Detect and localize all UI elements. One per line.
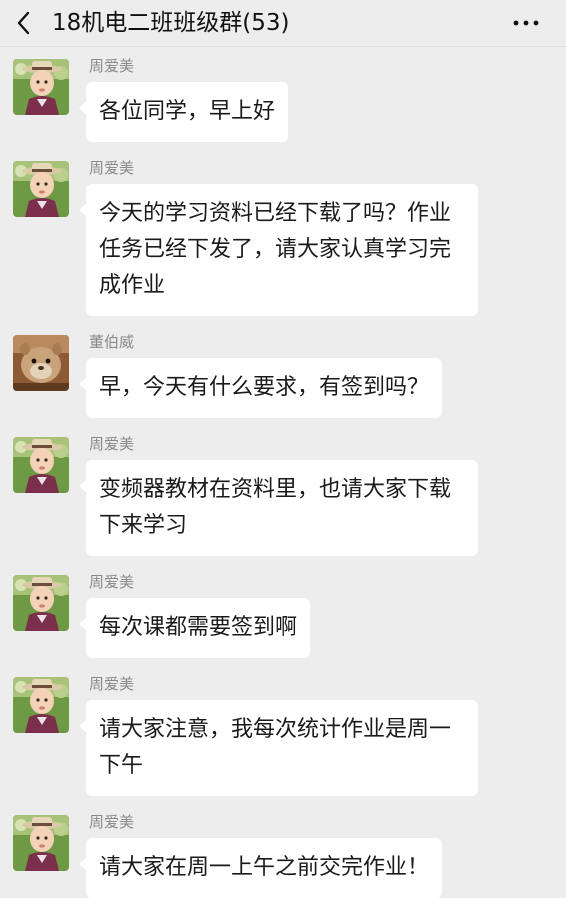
avatar[interactable] xyxy=(13,815,69,871)
sender-name: 周爱美 xyxy=(89,57,135,75)
avatar[interactable] xyxy=(13,437,69,493)
message-bubble[interactable]: 每次课都需要签到啊 xyxy=(78,598,311,658)
chat-title: 18机电二班班级群(53) xyxy=(52,10,290,36)
message-bubble[interactable]: 变频器教材在资料里，也请大家下载下来学习 xyxy=(79,460,478,556)
sender-name: 周爱美 xyxy=(89,675,135,693)
message-bubble[interactable]: 早，今天有什么要求，有签到吗？ xyxy=(78,358,443,418)
message-bubble[interactable]: 各位同学，早上好 xyxy=(78,82,289,142)
sender-name: 周爱美 xyxy=(89,573,135,591)
sender-name: 周爱美 xyxy=(89,435,135,453)
sender-name: 周爱美 xyxy=(89,813,135,831)
message-bubble[interactable]: 请大家在周一上午之前交完作业！ xyxy=(78,838,443,898)
avatar[interactable] xyxy=(13,677,69,733)
avatar[interactable] xyxy=(13,335,69,391)
back-button[interactable] xyxy=(10,8,40,38)
sender-name: 周爱美 xyxy=(89,159,135,177)
chevron-left-icon xyxy=(17,11,30,35)
more-options-button[interactable] xyxy=(508,8,544,38)
chat-history[interactable]: 周爱美 各位同学，早上好 周爱美 今天的学习资料已经下载了吗？作业任务已经下发了… xyxy=(0,0,566,898)
chat-header: 18机电二班班级群(53) xyxy=(0,0,566,47)
more-dots-icon xyxy=(513,20,539,26)
message-bubble[interactable]: 请大家注意，我每次统计作业是周一下午 xyxy=(79,700,478,796)
message-bubble[interactable]: 今天的学习资料已经下载了吗？作业任务已经下发了，请大家认真学习完成作业 xyxy=(79,184,478,316)
avatar[interactable] xyxy=(13,161,69,217)
avatar[interactable] xyxy=(13,59,69,115)
avatar[interactable] xyxy=(13,575,69,631)
sender-name: 董伯威 xyxy=(89,333,135,351)
